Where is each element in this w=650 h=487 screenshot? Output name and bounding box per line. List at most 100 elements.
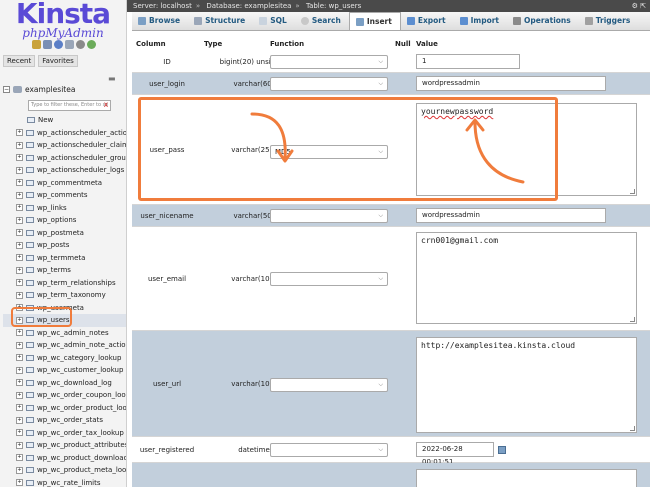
sidebar-item-wp_term_taxonomy[interactable]: + wp_term_taxonomy — [3, 289, 126, 302]
sidebar-item-wp_wc_order_coupon_lookup[interactable]: + wp_wc_order_coupon_lookup — [3, 389, 126, 402]
sidebar-item-wp_wc_download_log[interactable]: + wp_wc_download_log — [3, 377, 126, 390]
breadcrumb-server[interactable]: Server: localhost — [133, 2, 192, 10]
table-row: user_registered datetime 2022-06-28 00:0… — [132, 437, 650, 466]
sidebar-item-wp_wc_rate_limits[interactable]: + wp_wc_rate_limits — [3, 477, 126, 487]
sidebar-item-label: wp_term_relationships — [37, 278, 116, 287]
sidebar-item-label: wp_wc_product_attributes_ — [37, 441, 127, 450]
sidebar-item-wp_posts[interactable]: + wp_posts — [3, 239, 126, 252]
collapse-icon[interactable]: − — [3, 85, 10, 93]
sidebar-item-wp_wc_customer_lookup[interactable]: + wp_wc_customer_lookup — [3, 364, 126, 377]
expand-icon[interactable]: + — [16, 266, 23, 274]
sidebar-item-wp_wc_admin_note_actions[interactable]: + wp_wc_admin_note_actions — [3, 339, 126, 352]
reload-icon[interactable] — [87, 40, 96, 49]
help-icon[interactable] — [54, 40, 63, 49]
expand-icon[interactable]: + — [16, 129, 23, 137]
sidebar-item-wp_wc_admin_notes[interactable]: + wp_wc_admin_notes — [3, 327, 126, 340]
tab-search[interactable]: Search — [295, 12, 349, 30]
sidebar-item-wp_actionscheduler_actions[interactable]: + wp_actionscheduler_actions — [3, 127, 126, 140]
tab-triggers[interactable]: Triggers — [579, 12, 639, 30]
function-select[interactable] — [270, 378, 388, 392]
expand-icon[interactable]: + — [16, 416, 23, 424]
expand-icon[interactable]: + — [16, 404, 23, 412]
sidebar-item-wp_comments[interactable]: + wp_comments — [3, 189, 126, 202]
database-node[interactable]: − examplesitea — [3, 83, 126, 95]
expand-icon[interactable]: + — [16, 179, 23, 187]
nav-tab-favorites[interactable]: Favorites — [38, 55, 78, 67]
collapse-link-icon[interactable]: ▬ — [108, 74, 116, 83]
sidebar-item-wp_wc_product_meta_looku[interactable]: + wp_wc_product_meta_looku — [3, 464, 126, 477]
value-textarea[interactable] — [416, 469, 637, 487]
sidebar-item-label: wp_actionscheduler_actions — [37, 128, 127, 137]
function-select[interactable] — [270, 272, 388, 286]
table-filter-input[interactable]: Type to filter these, Enter to se X — [28, 100, 111, 111]
expand-icon[interactable]: + — [16, 479, 23, 487]
expand-icon[interactable]: + — [16, 429, 23, 437]
tab-insert[interactable]: Insert — [348, 12, 401, 30]
sidebar-item-wp_actionscheduler_groups[interactable]: + wp_actionscheduler_groups — [3, 152, 126, 165]
expand-icon[interactable]: + — [16, 341, 23, 349]
expand-icon[interactable]: + — [16, 391, 23, 399]
expand-icon[interactable]: + — [16, 366, 23, 374]
sidebar-item-wp_wc_order_product_lookup[interactable]: + wp_wc_order_product_lookup — [3, 402, 126, 415]
value-input[interactable]: wordpressadmin — [416, 76, 606, 91]
logout-icon[interactable] — [43, 40, 52, 49]
expand-icon[interactable]: + — [16, 379, 23, 387]
tab-import[interactable]: Import — [454, 12, 507, 30]
expand-icon[interactable]: + — [16, 216, 23, 224]
settings-gear-icon[interactable]: ⚙ ⇱ — [632, 0, 646, 12]
expand-icon[interactable]: + — [16, 291, 23, 299]
function-select[interactable] — [270, 209, 388, 223]
tab-sql[interactable]: SQL — [253, 12, 295, 30]
sidebar-item-wp_wc_product_attributes_[interactable]: + wp_wc_product_attributes_ — [3, 439, 126, 452]
table-icon — [26, 354, 34, 361]
expand-icon[interactable]: + — [16, 204, 23, 212]
expand-icon[interactable]: + — [16, 166, 23, 174]
sidebar-item-wp_wc_order_tax_lookup[interactable]: + wp_wc_order_tax_lookup — [3, 427, 126, 440]
sidebar-item-wp_commentmeta[interactable]: + wp_commentmeta — [3, 177, 126, 190]
sidebar-item-wp_options[interactable]: + wp_options — [3, 214, 126, 227]
calendar-icon[interactable] — [498, 446, 506, 454]
value-input[interactable]: wordpressadmin — [416, 208, 606, 223]
sidebar-item-wp_term_relationships[interactable]: + wp_term_relationships — [3, 277, 126, 290]
sidebar-item-wp_actionscheduler_claims[interactable]: + wp_actionscheduler_claims — [3, 139, 126, 152]
breadcrumb-database[interactable]: Database: examplesitea — [206, 2, 291, 10]
function-select[interactable] — [270, 443, 388, 457]
tab-browse[interactable]: Browse — [132, 12, 188, 30]
sidebar-item-wp_wc_category_lookup[interactable]: + wp_wc_category_lookup — [3, 352, 126, 365]
expand-icon[interactable]: + — [16, 141, 23, 149]
home-icon[interactable] — [32, 40, 41, 49]
expand-icon[interactable]: + — [16, 191, 23, 199]
settings-icon[interactable] — [76, 40, 85, 49]
sidebar-item-wp_postmeta[interactable]: + wp_postmeta — [3, 227, 126, 240]
expand-icon[interactable]: + — [16, 254, 23, 262]
breadcrumb-table[interactable]: Table: wp_users — [306, 2, 361, 10]
expand-icon[interactable]: + — [16, 154, 23, 162]
tab-operations[interactable]: Operations — [507, 12, 579, 30]
clear-filter-icon[interactable]: X — [104, 101, 108, 110]
value-textarea[interactable]: crn001@gmail.com — [416, 232, 637, 324]
tab-export[interactable]: Export — [401, 12, 454, 30]
new-table-link[interactable]: New — [3, 114, 126, 127]
sidebar-item-wp_termmeta[interactable]: + wp_termmeta — [3, 252, 126, 265]
expand-icon[interactable]: + — [16, 466, 23, 474]
sidebar-item-wp_links[interactable]: + wp_links — [3, 202, 126, 215]
sidebar-item-wp_terms[interactable]: + wp_terms — [3, 264, 126, 277]
value-input[interactable]: 2022-06-28 00:01:51 — [416, 442, 494, 466]
expand-icon[interactable]: + — [16, 229, 23, 237]
sidebar-item-wp_wc_product_download_[interactable]: + wp_wc_product_download_ — [3, 452, 126, 465]
nav-tab-recent[interactable]: Recent — [3, 55, 36, 67]
expand-icon[interactable]: + — [16, 454, 23, 462]
value-textarea[interactable]: http://examplesitea.kinsta.cloud — [416, 337, 637, 433]
sidebar-item-wp_actionscheduler_logs[interactable]: + wp_actionscheduler_logs — [3, 164, 126, 177]
tab-structure[interactable]: Structure — [188, 12, 253, 30]
sidebar-item-wp_wc_order_stats[interactable]: + wp_wc_order_stats — [3, 414, 126, 427]
expand-icon[interactable]: + — [16, 279, 23, 287]
value-input[interactable]: 1 — [416, 54, 520, 69]
function-select[interactable] — [270, 77, 388, 91]
expand-icon[interactable]: + — [16, 241, 23, 249]
function-select[interactable] — [270, 55, 388, 69]
expand-icon[interactable]: + — [16, 441, 23, 449]
docs-icon[interactable] — [65, 40, 74, 49]
expand-icon[interactable]: + — [16, 329, 23, 337]
expand-icon[interactable]: + — [16, 354, 23, 362]
